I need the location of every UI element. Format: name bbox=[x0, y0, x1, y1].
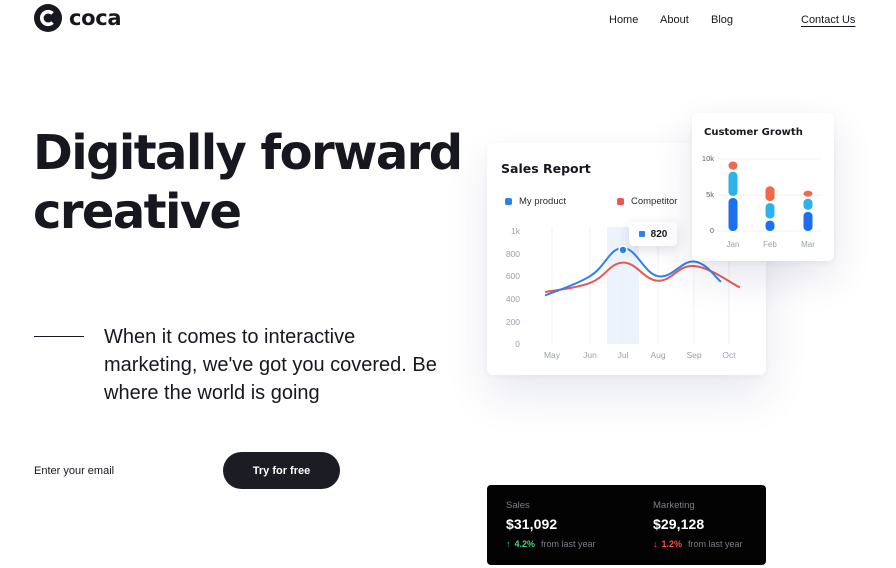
hero-title-line-2: creative bbox=[33, 184, 242, 240]
x-tick-label: Jul bbox=[617, 350, 629, 360]
stats-card: Sales $31,092 ↑ 4.2% from last year Mark… bbox=[487, 485, 766, 565]
hero-title-line-1: Digitally forward bbox=[33, 125, 463, 181]
series-line-competitor bbox=[544, 261, 741, 294]
hero-subtitle: When it comes to interactive marketing, … bbox=[104, 326, 437, 404]
c-logo-icon bbox=[34, 4, 62, 32]
bar-segment-jan-3 bbox=[728, 161, 738, 170]
email-input[interactable] bbox=[34, 460, 204, 482]
nav-blog[interactable]: Blog bbox=[711, 14, 733, 26]
customer-growth-card: Customer Growth 10k 5k 0 Jan Feb Mar bbox=[692, 113, 834, 261]
tooltip-dot bbox=[638, 231, 645, 237]
marketing-change-note: from last year bbox=[688, 539, 743, 549]
chart-tooltip: 820 bbox=[629, 222, 677, 246]
bar-segment-jan-2 bbox=[728, 171, 738, 196]
hero-divider bbox=[34, 336, 84, 337]
nav-home[interactable]: Home bbox=[609, 14, 638, 26]
bar-segment-mar-3 bbox=[803, 190, 813, 197]
nav-about[interactable]: About bbox=[660, 14, 689, 26]
brand-logo[interactable]: coca bbox=[34, 4, 122, 32]
brand-name: coca bbox=[69, 6, 122, 30]
customer-growth-bar-chart bbox=[718, 158, 822, 232]
sales-change-note: from last year bbox=[541, 539, 596, 549]
x-tick-label: Jun bbox=[583, 350, 597, 360]
sales-stat-label: Sales bbox=[506, 500, 530, 511]
x-tick-label: Aug bbox=[650, 350, 666, 360]
tooltip-value: 820 bbox=[650, 228, 668, 240]
arrow-down-icon: ↓ bbox=[653, 539, 658, 549]
x-tick-label: Sep bbox=[686, 350, 702, 360]
x-tick-label: May bbox=[543, 350, 561, 360]
highlight-point bbox=[618, 245, 628, 255]
bar-segment-jan-1 bbox=[728, 197, 738, 231]
bar-segment-feb-2 bbox=[765, 203, 775, 219]
marketing-stat-value: $29,128 bbox=[653, 516, 705, 532]
x-tick-label: Jan bbox=[726, 240, 740, 249]
sales-stat-value: $31,092 bbox=[506, 516, 558, 532]
marketing-change-value: 1.2% bbox=[661, 539, 683, 549]
bar-segment-mar-1 bbox=[803, 211, 813, 231]
sales-change-value: 4.2% bbox=[514, 539, 536, 549]
bar-segment-feb-1 bbox=[765, 220, 775, 231]
bar-segment-feb-3 bbox=[765, 186, 775, 202]
sales-stat-change: ↑ 4.2% from last year bbox=[506, 539, 596, 549]
hero-title: Digitally forward creative bbox=[33, 124, 463, 242]
nav-contact-us[interactable]: Contact Us bbox=[801, 14, 855, 26]
x-tick-label: Oct bbox=[722, 350, 736, 360]
marketing-stat-label: Marketing bbox=[653, 500, 695, 511]
arrow-up-icon: ↑ bbox=[506, 539, 511, 549]
bar-segment-mar-2 bbox=[803, 198, 813, 210]
try-for-free-button[interactable]: Try for free bbox=[223, 452, 340, 489]
x-tick-label: Feb bbox=[763, 240, 777, 249]
x-tick-label: Mar bbox=[801, 240, 815, 249]
marketing-stat-change: ↓ 1.2% from last year bbox=[653, 539, 743, 549]
